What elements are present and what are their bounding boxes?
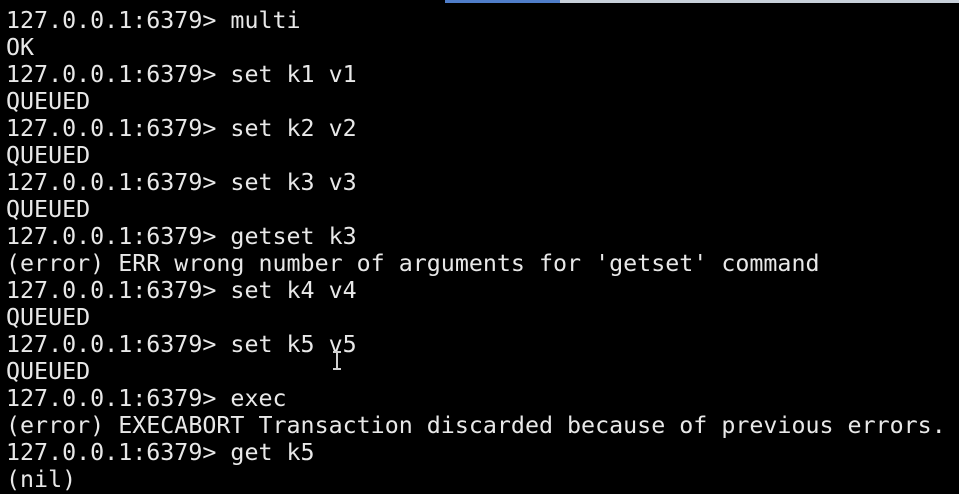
prompt-line: 127.0.0.1:6379> set k2 v2: [6, 115, 357, 142]
output-line: QUEUED: [6, 142, 91, 169]
output-line: QUEUED: [6, 88, 91, 115]
error-line: (error) ERR wrong number of arguments fo…: [6, 250, 820, 277]
prompt-line: 127.0.0.1:6379> getset k3: [6, 223, 357, 250]
prompt-line: 127.0.0.1:6379> multi: [6, 7, 301, 34]
prompt-line: 127.0.0.1:6379> exec: [6, 385, 287, 412]
prompt-line: 127.0.0.1:6379> set k3 v3: [6, 169, 357, 196]
prompt-line: 127.0.0.1:6379> set k1 v1: [6, 61, 357, 88]
prompt-line: 127.0.0.1:6379> set k4 v4: [6, 277, 357, 304]
prompt-line: 127.0.0.1:6379> set k5 v5: [6, 331, 357, 358]
output-line: QUEUED: [6, 196, 91, 223]
text-cursor-icon: [333, 351, 341, 370]
title-bar-fragment: [560, 0, 959, 3]
terminal-output: 127.0.0.1:6379> multi OK 127.0.0.1:6379>…: [6, 7, 946, 493]
terminal-window[interactable]: 127.0.0.1:6379> multi OK 127.0.0.1:6379>…: [0, 0, 959, 494]
output-line: (nil): [6, 466, 77, 493]
prompt-line: 127.0.0.1:6379> get k5: [6, 439, 315, 466]
error-line: (error) EXECABORT Transaction discarded …: [6, 412, 946, 439]
output-line: QUEUED: [6, 358, 91, 385]
output-line: OK: [6, 34, 35, 61]
window-top-edge: [0, 0, 959, 4]
output-line: QUEUED: [6, 304, 91, 331]
